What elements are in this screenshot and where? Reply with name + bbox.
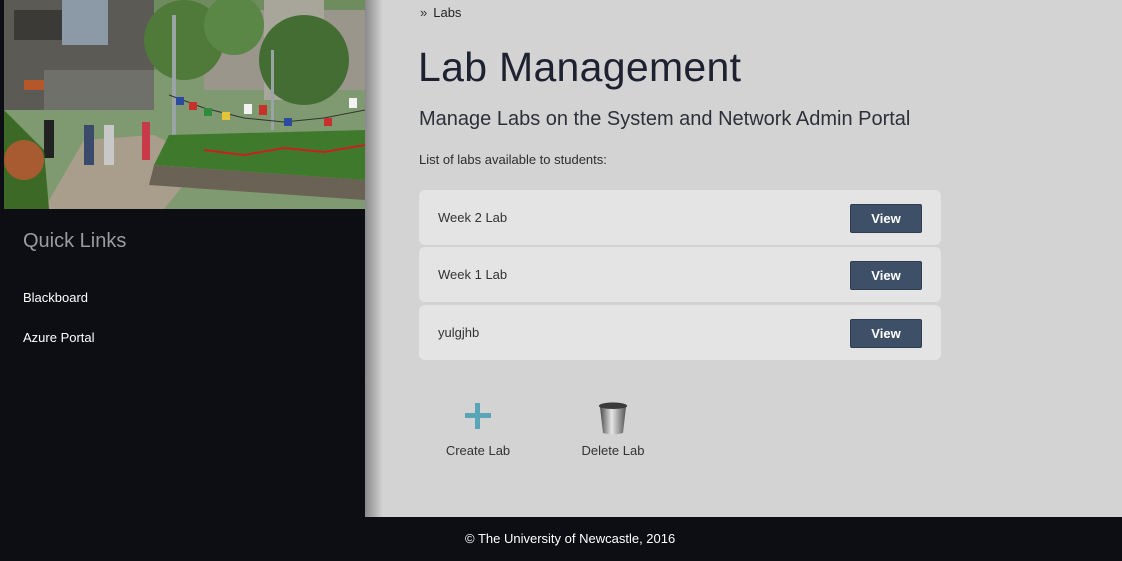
footer: © The University of Newcastle, 2016 bbox=[0, 517, 1122, 561]
breadcrumb: » Labs bbox=[420, 5, 461, 20]
page-subtitle: Manage Labs on the System and Network Ad… bbox=[419, 108, 911, 130]
lab-name: Week 2 Lab bbox=[438, 210, 508, 225]
trash-bin-icon bbox=[599, 402, 627, 435]
breadcrumb-labs-link[interactable]: Labs bbox=[433, 5, 461, 20]
campus-photo bbox=[4, 0, 365, 209]
view-lab-button[interactable]: View bbox=[850, 261, 922, 290]
create-lab-label: Create Lab bbox=[445, 443, 511, 458]
lab-row: Week 2 Lab View bbox=[419, 190, 941, 245]
view-lab-button[interactable]: View bbox=[850, 204, 922, 233]
page-title: Lab Management bbox=[418, 44, 742, 90]
sidebar-link-azure-portal[interactable]: Azure Portal bbox=[23, 330, 95, 345]
plus-icon bbox=[465, 403, 491, 429]
footer-copyright: © The University of Newcastle, 2016 bbox=[465, 531, 676, 546]
delete-lab-button[interactable]: Delete Lab bbox=[563, 400, 663, 458]
lab-list-intro: List of labs available to students: bbox=[419, 152, 607, 167]
lab-row: yulgjhb View bbox=[419, 305, 941, 360]
create-lab-button[interactable]: Create Lab bbox=[428, 400, 528, 458]
sidebar-link-blackboard[interactable]: Blackboard bbox=[23, 290, 88, 305]
lab-name: yulgjhb bbox=[438, 325, 480, 340]
lab-row: Week 1 Lab View bbox=[419, 247, 941, 302]
lab-name: Week 1 Lab bbox=[438, 267, 508, 282]
breadcrumb-separator: » bbox=[420, 5, 428, 20]
delete-lab-label: Delete Lab bbox=[581, 443, 645, 458]
view-lab-button[interactable]: View bbox=[850, 319, 922, 348]
quick-links-heading: Quick Links bbox=[23, 230, 127, 252]
